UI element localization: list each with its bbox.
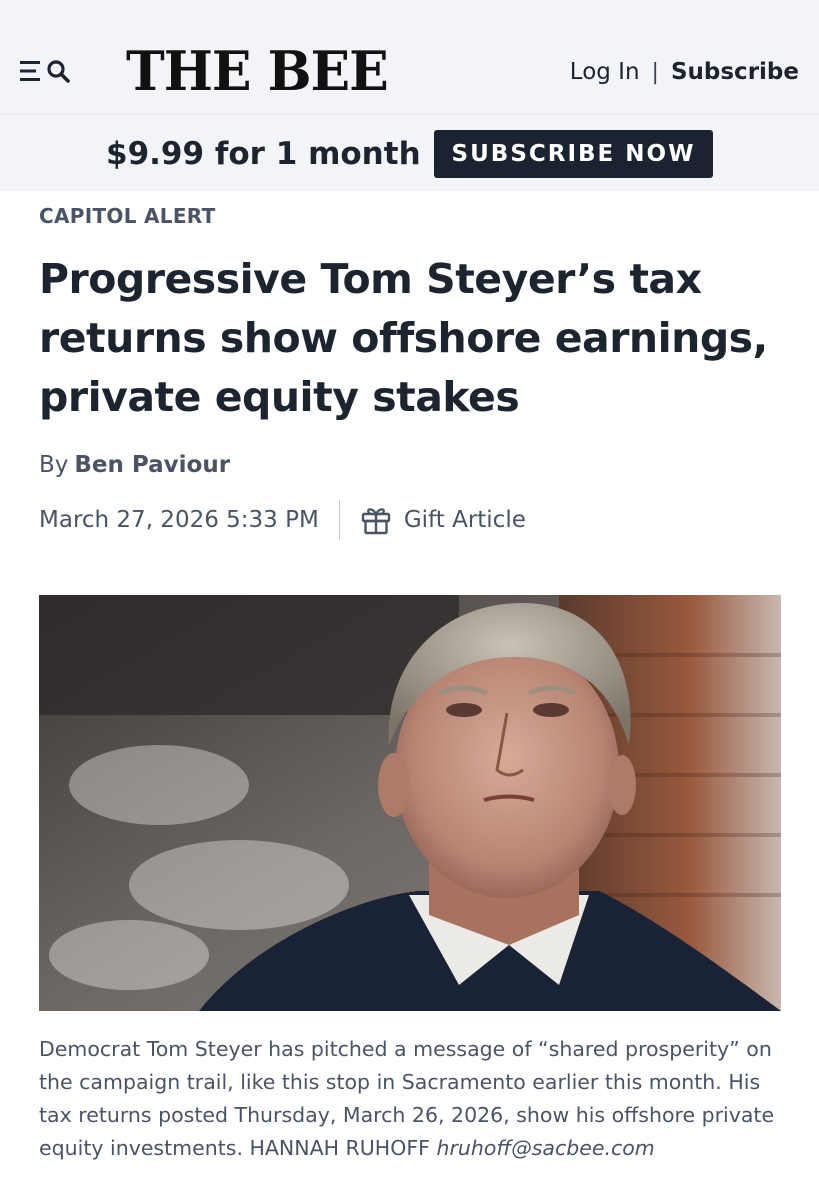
byline-prefix: By — [39, 452, 69, 478]
search-icon — [47, 60, 70, 83]
auth-separator: | — [651, 59, 659, 85]
caption-text: Democrat Tom Steyer has pitched a messag… — [39, 1037, 775, 1160]
photographer-email-link[interactable]: hruhoff@sacbee.com — [436, 1136, 654, 1160]
site-logo[interactable]: THE BEE — [126, 40, 389, 104]
subscribe-now-button[interactable]: SUBSCRIBE NOW — [434, 130, 713, 178]
subscribe-link[interactable]: Subscribe — [671, 59, 799, 85]
promo-offer-text: $9.99 for 1 month — [106, 136, 421, 172]
article-timestamp: March 27, 2026 5:33 PM — [39, 507, 319, 533]
gift-article-button[interactable]: Gift Article — [360, 504, 526, 536]
byline: By Ben Paviour — [39, 452, 230, 478]
gift-icon — [361, 508, 391, 535]
meta-divider — [338, 500, 340, 540]
menu-search-button[interactable] — [20, 58, 74, 84]
gift-article-label: Gift Article — [403, 507, 526, 533]
login-link[interactable]: Log In — [570, 59, 640, 85]
portrait-illustration — [39, 595, 781, 1011]
article-photo[interactable] — [39, 595, 781, 1011]
photo-caption: Democrat Tom Steyer has pitched a messag… — [39, 1033, 799, 1165]
article-headline: Progressive Tom Steyer’s tax returns sho… — [39, 255, 768, 421]
article-meta: March 27, 2026 5:33 PM Gift Article — [39, 500, 526, 540]
section-label[interactable]: CAPITOL ALERT — [39, 204, 216, 228]
auth-links: Log In | Subscribe — [570, 56, 799, 88]
site-header: THE BEE Log In | Subscribe — [0, 0, 819, 114]
author-link[interactable]: Ben Paviour — [74, 452, 230, 478]
